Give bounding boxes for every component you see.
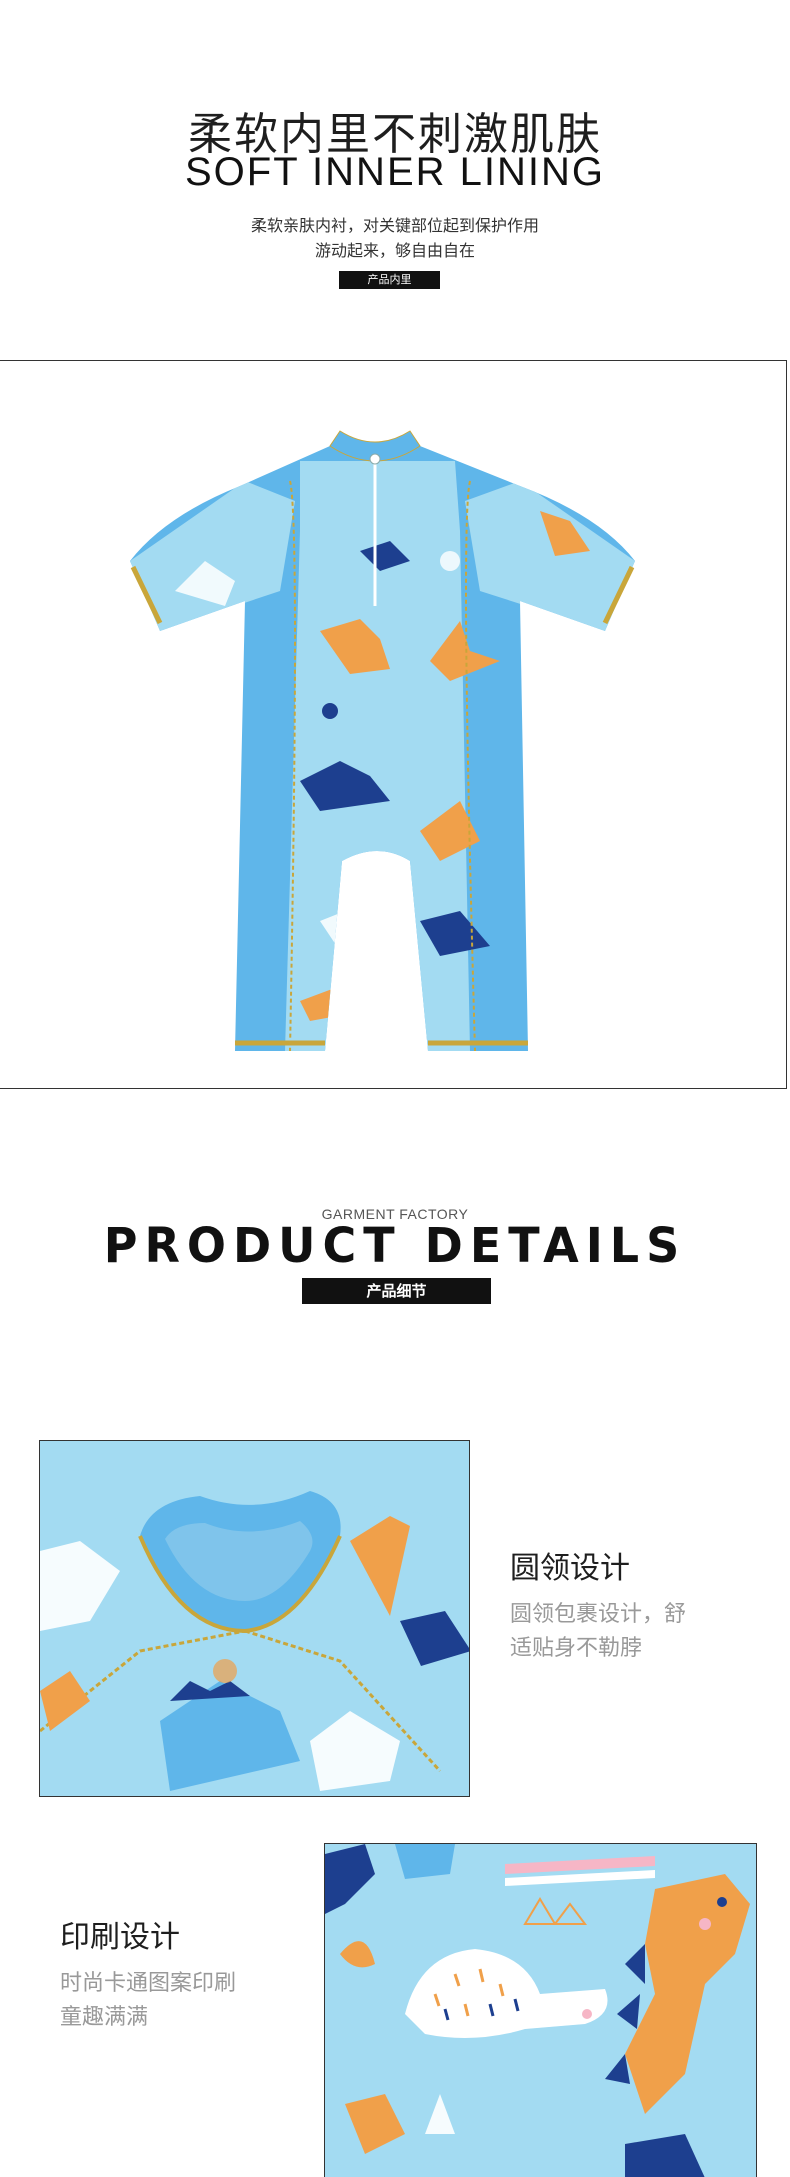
product-photo-frame (0, 360, 787, 1089)
inner-title-en: SOFT INNER LINING (185, 150, 605, 194)
feature-collar-title: 圆领设计 (510, 1551, 630, 1586)
print-detail-image (324, 1843, 757, 2177)
collar-detail-image (39, 1440, 470, 1797)
feature-collar-desc-line2: 适贴身不勒脖 (510, 1636, 643, 1661)
inner-tag: 产品内里 (339, 271, 440, 289)
inner-desc-line1: 柔软亲肤内衬，对关键部位起到保护作用 (250, 216, 539, 235)
feature-print-desc-line2: 童趣满满 (60, 2005, 149, 2030)
inner-desc-line2: 游动起来，够自由自在 (314, 241, 475, 260)
feature-print-title: 印刷设计 (60, 1920, 180, 1955)
feature-collar-desc-line1: 圆领包裹设计，舒 (510, 1602, 687, 1627)
details-tag: 产品细节 (302, 1278, 491, 1304)
feature-print-desc-line1: 时尚卡通图案印刷 (60, 1971, 237, 1996)
details-title: PRODUCT DETAILS (103, 1216, 687, 1274)
swimsuit-image (130, 430, 635, 1052)
